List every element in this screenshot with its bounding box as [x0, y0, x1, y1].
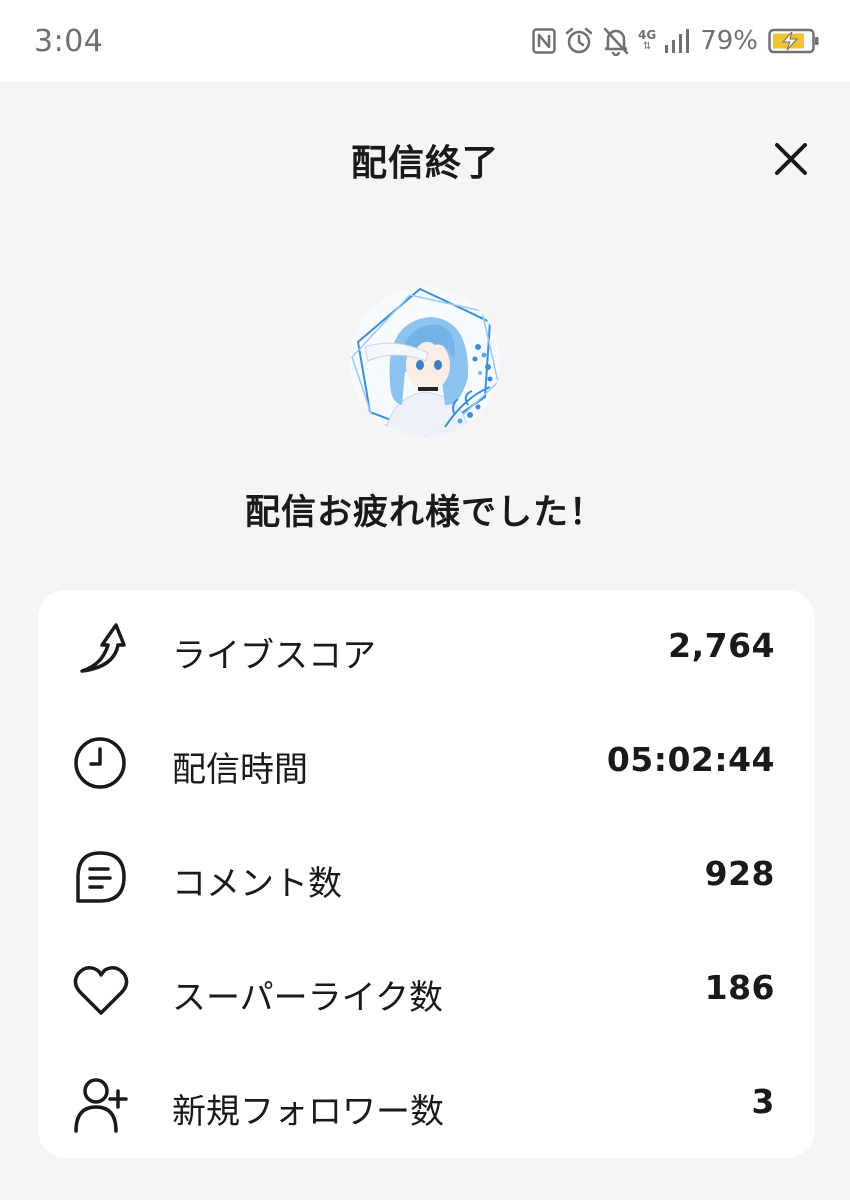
stat-value: 2,764	[668, 626, 775, 665]
stat-row-super-likes: スーパーライク数 186	[38, 946, 815, 1036]
stat-label: スーパーライク数	[172, 979, 443, 1017]
bell-off-icon	[602, 26, 630, 56]
stat-value: 928	[704, 854, 775, 893]
stat-label: 配信時間	[172, 751, 308, 789]
stat-value: 3	[751, 1082, 775, 1121]
heart-icon	[72, 961, 132, 1021]
trending-up-arrow-icon	[72, 619, 132, 679]
clock-icon	[72, 733, 132, 793]
page-title: 配信終了	[350, 143, 499, 184]
stat-value: 186	[704, 968, 775, 1007]
status-time: 3:04	[34, 24, 104, 59]
add-user-icon	[72, 1075, 132, 1135]
avatar-image	[350, 287, 500, 437]
network-type: 4G ⇅	[638, 28, 657, 52]
close-button[interactable]	[766, 134, 816, 184]
stat-label: ライブスコア	[172, 637, 376, 675]
stat-row-live-score: ライブスコア 2,764	[38, 604, 815, 694]
status-bar: 3:04 4G ⇅ 79%	[0, 0, 850, 82]
stats-card: ライブスコア 2,764 配信時間 05:02:44 コメント数 928 スーパ…	[38, 590, 815, 1158]
stat-row-stream-time: 配信時間 05:02:44	[38, 718, 815, 808]
stat-label: コメント数	[172, 865, 342, 903]
alarm-icon	[564, 26, 594, 56]
close-icon	[775, 143, 807, 175]
stat-row-new-followers: 新規フォロワー数 3	[38, 1060, 815, 1150]
stat-label: 新規フォロワー数	[172, 1093, 444, 1131]
avatar[interactable]	[350, 287, 500, 437]
comment-icon	[72, 847, 132, 907]
stat-row-comments: コメント数 928	[38, 832, 815, 922]
nfc-icon	[532, 28, 556, 54]
stat-value: 05:02:44	[606, 740, 775, 779]
status-icons: 4G ⇅ 79%	[532, 22, 820, 60]
battery-charging-icon	[768, 28, 820, 54]
completion-message: 配信お疲れ様でした！	[244, 493, 605, 533]
battery-percent: 79%	[700, 26, 758, 56]
signal-icon	[664, 28, 690, 54]
